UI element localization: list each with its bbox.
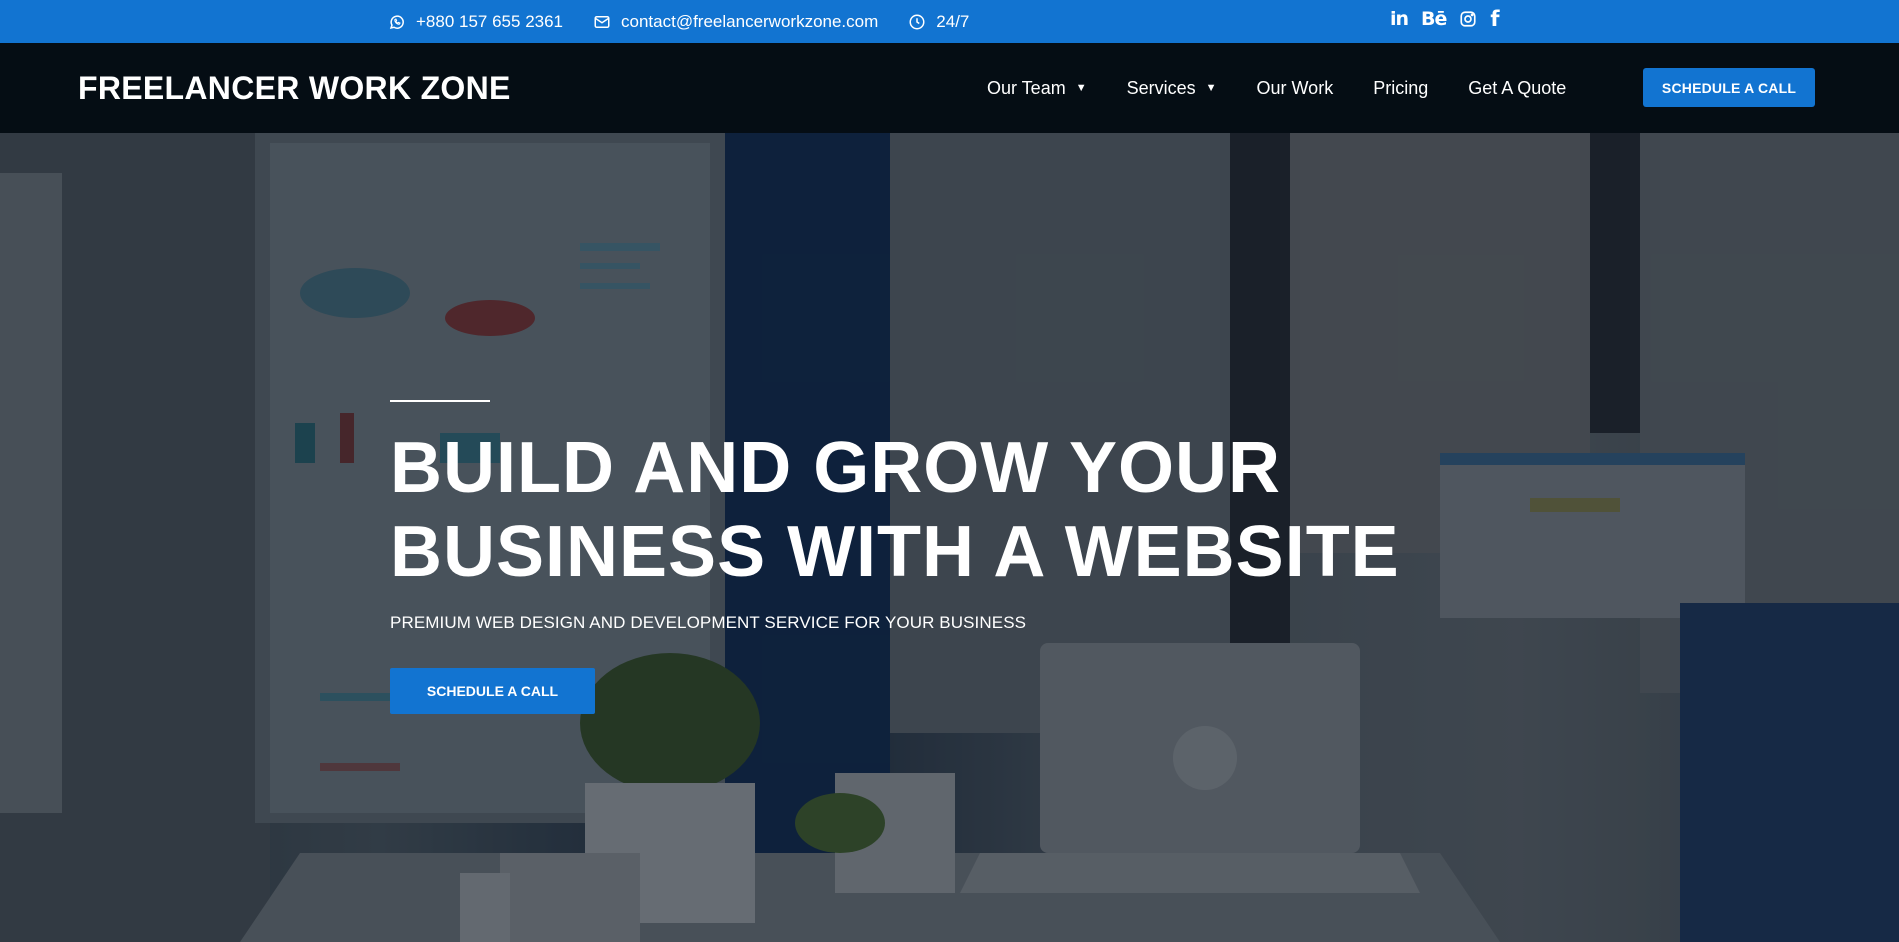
social-links: in Bē f [1390, 0, 1513, 38]
instagram-icon[interactable] [1459, 10, 1477, 28]
nav-item-label: Services [1126, 77, 1196, 98]
nav-item-label: Our Work [1256, 77, 1334, 98]
hero-title: BUILD AND GROW YOUR BUSINESS WITH A WEBS… [390, 426, 1490, 594]
nav-item-get-a-quote[interactable]: Get A Quote [1468, 78, 1566, 99]
hero-accent-line [390, 400, 490, 402]
schedule-call-button[interactable]: SCHEDULE A CALL [1643, 68, 1815, 107]
nav-item-label: Get A Quote [1468, 77, 1567, 98]
facebook-icon[interactable]: f [1490, 7, 1499, 31]
caret-down-icon: ▼ [1075, 82, 1087, 94]
email-contact[interactable]: contact@freelancerworkzone.com [593, 12, 878, 32]
hero-section: BUILD AND GROW YOUR BUSINESS WITH A WEBS… [0, 133, 1899, 942]
top-contact-bar: +880 157 655 2361 contact@freelancerwork… [0, 0, 1899, 43]
hours-info: 24/7 [908, 12, 969, 32]
nav-menu: Our Team ▼ Services ▼ Our Work Pricing G… [987, 43, 1606, 133]
email-address: contact@freelancerworkzone.com [621, 11, 879, 31]
hours-label: 24/7 [936, 11, 970, 31]
main-navigation: FREELANCER WORK ZONE Our Team ▼ Services… [0, 43, 1899, 133]
hero-title-line-1: BUILD AND GROW YOUR [390, 428, 1281, 508]
linkedin-icon[interactable]: in [1390, 8, 1409, 30]
nav-item-services[interactable]: Services ▼ [1127, 78, 1217, 99]
hero-title-line-2: BUSINESS WITH A WEBSITE [390, 512, 1400, 592]
hero-subtitle: PREMIUM WEB DESIGN AND DEVELOPMENT SERVI… [390, 613, 1027, 632]
contact-info: +880 157 655 2361 contact@freelancerwork… [388, 0, 999, 43]
whatsapp-icon [389, 14, 404, 29]
nav-item-our-team[interactable]: Our Team ▼ [987, 78, 1087, 99]
phone-number: +880 157 655 2361 [416, 11, 564, 31]
envelope-icon [594, 15, 610, 28]
site-logo[interactable]: FREELANCER WORK ZONE [78, 43, 511, 133]
phone-contact[interactable]: +880 157 655 2361 [388, 12, 563, 32]
behance-icon[interactable]: Bē [1421, 8, 1447, 30]
caret-down-icon: ▼ [1205, 82, 1217, 94]
clock-icon [909, 14, 925, 29]
nav-item-label: Our Team [987, 77, 1066, 98]
hero-schedule-call-button[interactable]: SCHEDULE A CALL [390, 668, 595, 714]
nav-item-pricing[interactable]: Pricing [1373, 78, 1428, 99]
nav-item-label: Pricing [1373, 77, 1429, 98]
nav-item-our-work[interactable]: Our Work [1257, 78, 1334, 99]
